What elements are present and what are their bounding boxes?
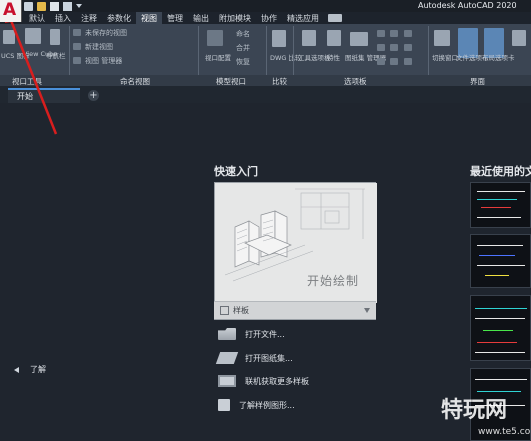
open-file-link[interactable]: 打开文件... [218, 327, 285, 341]
new-file-icon[interactable] [24, 1, 33, 11]
online-templates-icon [218, 375, 236, 387]
palette-small-icon-8[interactable] [390, 58, 398, 65]
watermark-url: www.te5.com [478, 427, 531, 437]
restore-viewports-button[interactable]: 恢复 [236, 57, 250, 67]
tab-featured-apps[interactable]: 精选应用 [282, 12, 324, 24]
tab-output[interactable]: 输出 [188, 12, 214, 24]
dwg-compare-icon[interactable] [272, 30, 286, 47]
tab-default[interactable]: 默认 [24, 12, 50, 24]
join-viewports-button[interactable]: 合并 [236, 43, 250, 53]
new-view-button[interactable]: 新建视图 [85, 42, 113, 52]
palette-small-icon-2[interactable] [390, 30, 398, 37]
layout-tabs-label: 布局选项卡 [482, 54, 515, 62]
tab-parametric[interactable]: 参数化 [102, 12, 136, 24]
tab-start[interactable]: 开始 [8, 88, 80, 103]
viewport-config-label: 视口配置 [205, 54, 231, 62]
tab-annotate[interactable]: 注释 [76, 12, 102, 24]
view-manager-button[interactable]: 视图 管理器 [85, 56, 122, 66]
tab-manage[interactable]: 管理 [162, 12, 188, 24]
folder-icon [218, 328, 236, 340]
open-file-label: 打开文件... [245, 329, 285, 339]
recent-document-thumb[interactable] [470, 295, 531, 361]
open-folder-icon[interactable] [37, 1, 46, 11]
sample-drawings-icon [218, 399, 230, 411]
nav-bar-icon[interactable] [50, 29, 60, 45]
chevron-left-icon [14, 366, 19, 373]
save-icon[interactable] [50, 1, 59, 11]
nav-bar-label: 导航栏 [46, 52, 66, 60]
autocad-logo-icon: A [3, 0, 17, 20]
recent-document-thumb[interactable] [470, 234, 531, 288]
tab-addins[interactable]: 附加模块 [214, 12, 256, 24]
named-viewports-button[interactable]: 命名 [236, 29, 250, 39]
template-icon [220, 306, 229, 315]
new-view-icon [73, 43, 81, 50]
start-drawing-card[interactable]: 开始绘制 [214, 182, 377, 320]
switch-windows-label: 切换窗口 [432, 54, 458, 62]
recent-document-thumb[interactable] [470, 182, 531, 228]
file-tab-strip: 开始 + [0, 86, 531, 103]
sheet-set-icon[interactable] [350, 32, 368, 46]
palette-small-icon-3[interactable] [404, 30, 412, 37]
sample-drawings-label: 了解样例图形... [239, 400, 295, 410]
palette-small-icon-9[interactable] [404, 58, 412, 65]
sample-drawings-link[interactable]: 了解样例图形... [218, 398, 295, 412]
extra-interface-icon[interactable] [512, 30, 526, 46]
viewport-config-icon[interactable] [207, 30, 223, 46]
tool-palettes-icon[interactable] [302, 30, 316, 46]
palette-small-icon-5[interactable] [390, 44, 398, 51]
qat-dropdown-icon[interactable] [76, 4, 82, 8]
dwg-compare-label: DWG 比较 [270, 54, 302, 62]
learn-link[interactable]: 了解 [14, 364, 46, 375]
unsaved-view-select[interactable]: 未保存的视图 [85, 28, 127, 38]
recent-documents-title: 最近使用的文档 [470, 165, 531, 178]
online-templates-label: 联机获取更多样板 [245, 376, 309, 386]
palette-small-icon-7[interactable] [377, 58, 385, 65]
save-as-icon[interactable] [63, 1, 72, 11]
learn-label: 了解 [30, 365, 46, 374]
tab-insert[interactable]: 插入 [50, 12, 76, 24]
open-sheet-set-link[interactable]: 打开图纸集... [215, 351, 293, 365]
new-tab-button[interactable]: + [88, 90, 99, 101]
window-title: Autodesk AutoCAD 2020 [418, 1, 517, 10]
properties-label: 特性 [327, 54, 340, 62]
application-menu-button[interactable]: A [0, 0, 22, 22]
template-dropdown[interactable]: 样板 [214, 301, 376, 319]
ribbon-tab-bar: 默认 插入 注释 参数化 视图 管理 输出 附加模块 协作 精选应用 [24, 12, 342, 24]
palette-small-icon-6[interactable] [404, 44, 412, 51]
watermark-logo: 特玩网 [441, 398, 508, 423]
view-cube-icon[interactable] [25, 28, 41, 44]
online-templates-link[interactable]: 联机获取更多样板 [218, 374, 309, 388]
sheet-set-icon [215, 352, 239, 364]
quick-start-title: 快速入门 [214, 165, 258, 178]
palette-small-icon-4[interactable] [377, 44, 385, 51]
autocad-window: Autodesk AutoCAD 2020 默认 插入 注释 参数化 视图 管理… [0, 0, 531, 441]
tool-palettes-label: 工具选项板 [298, 54, 331, 62]
view-manager-icon [73, 57, 81, 64]
tab-collaborate[interactable]: 协作 [256, 12, 282, 24]
unsaved-view-icon [73, 29, 81, 36]
video-icon[interactable] [328, 14, 342, 22]
chevron-down-icon [364, 308, 370, 313]
start-drawing-label: 开始绘制 [307, 274, 360, 288]
ribbon-panel-labels: 视口工具 命名视图 模型视口 比较 选项板 界面 [0, 75, 531, 86]
quick-access-toolbar [24, 0, 82, 12]
title-bar: Autodesk AutoCAD 2020 [0, 0, 531, 12]
switch-windows-icon[interactable] [434, 30, 450, 46]
ucs-icon[interactable] [3, 30, 15, 44]
tab-view[interactable]: 视图 [136, 12, 162, 24]
template-label: 样板 [233, 306, 249, 315]
palette-small-icon-1[interactable] [377, 30, 385, 37]
properties-icon[interactable] [327, 30, 341, 46]
open-sheet-set-label: 打开图纸集... [245, 353, 293, 363]
